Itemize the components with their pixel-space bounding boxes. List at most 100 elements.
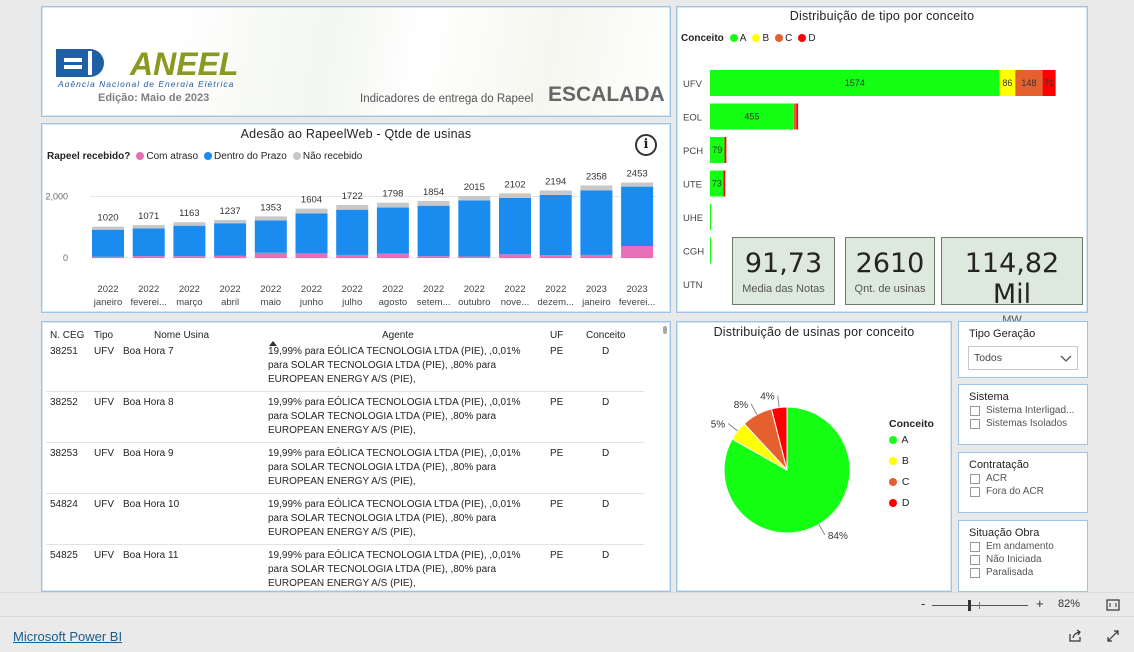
pie-legend-item-b[interactable]: B	[889, 455, 934, 476]
bar-segment[interactable]	[458, 256, 491, 258]
bar-segment[interactable]	[710, 237, 712, 264]
fit-to-page-icon[interactable]	[1106, 599, 1120, 611]
zoom-slider-thumb[interactable]	[968, 600, 971, 611]
col-header-agente[interactable]: Agente	[262, 330, 546, 341]
bar-segment[interactable]	[499, 254, 531, 258]
bar-segment[interactable]	[621, 186, 654, 246]
checkbox-box[interactable]	[970, 473, 980, 484]
bar-segment[interactable]	[295, 208, 328, 214]
bar-segment[interactable]	[539, 255, 572, 258]
legend-item-dentro-prazo[interactable]: Dentro do Prazo	[204, 151, 287, 162]
checkbox-paralisada[interactable]: Paralisada	[959, 565, 1087, 578]
bar-segment[interactable]	[214, 219, 247, 224]
bar-segment[interactable]	[796, 103, 799, 130]
bar-segment[interactable]	[724, 137, 727, 163]
checkbox-sistema-interligado[interactable]: Sistema Interligad...	[959, 403, 1087, 416]
power-bi-link[interactable]: Microsoft Power BI	[13, 629, 122, 644]
usinas-table-panel[interactable]: N. CEG Tipo Nome Usina Agente UF Conceit…	[41, 321, 671, 592]
bar-segment[interactable]	[254, 252, 287, 258]
bar-segment[interactable]	[92, 226, 124, 230]
zoom-slider[interactable]	[932, 600, 1028, 611]
bar-segment[interactable]	[173, 256, 206, 258]
bar-segment[interactable]	[376, 207, 409, 254]
checkbox-box[interactable]	[970, 554, 980, 565]
col-header-uf[interactable]: UF	[546, 330, 582, 341]
col-header-ceg[interactable]: N. CEG	[46, 330, 90, 341]
bar-segment[interactable]	[336, 254, 369, 258]
table-row[interactable]: 38252 UFV Boa Hora 8 19,99% para EÓLICA TEC…	[46, 391, 644, 443]
bar-segment[interactable]	[539, 190, 572, 195]
pie-legend-item-a[interactable]: A	[889, 434, 934, 455]
pie-chart[interactable]: 84% 5% 8% 4%	[687, 380, 887, 560]
bar-segment[interactable]	[132, 228, 165, 257]
tipo-dropdown[interactable]: Todos	[968, 346, 1078, 370]
bar-segment[interactable]	[173, 222, 206, 226]
checkbox-box[interactable]	[970, 405, 980, 416]
checkbox-fora-acr[interactable]: Fora do ACR	[959, 484, 1087, 497]
checkbox-box[interactable]	[970, 567, 980, 578]
bar-segment[interactable]	[580, 185, 613, 191]
pie-legend-item-d[interactable]: D	[889, 497, 934, 518]
bar-segment[interactable]	[417, 256, 450, 258]
zoom-out-button[interactable]: -	[921, 596, 925, 611]
bar-segment[interactable]	[793, 103, 797, 130]
bar-segment[interactable]	[336, 205, 369, 210]
bar-segment[interactable]	[458, 196, 491, 201]
bar-segment[interactable]	[580, 254, 613, 258]
bar-segment[interactable]	[295, 213, 328, 254]
bar-segment[interactable]	[499, 193, 531, 198]
table-row[interactable]: 54824 UFV Boa Hora 10 19,99% para EÓLICA TE…	[46, 493, 644, 545]
adhesion-chart-panel[interactable]: Adesão ao RapeelWeb - Qtde de usinas Rap…	[41, 123, 671, 313]
legend-item-a[interactable]: A	[729, 33, 746, 44]
bar-segment[interactable]	[173, 225, 206, 257]
checkbox-sistemas-isolados[interactable]: Sistemas Isolados	[959, 416, 1087, 429]
adhesion-bar-chart[interactable]: 2,000 0 1020 2022 janeiro 1071 2022 feverei... 1…	[42, 162, 670, 312]
table-row[interactable]: 38251 UFV Boa Hora 7 19,99% para EÓLICA TEC…	[46, 341, 644, 392]
bar-segment[interactable]	[710, 204, 712, 230]
bar-segment[interactable]	[376, 253, 409, 258]
type-distribution-panel[interactable]: Distribuição de tipo por conceito Concei…	[676, 6, 1088, 326]
zoom-in-button[interactable]: +	[1036, 596, 1044, 611]
bar-segment[interactable]	[539, 194, 572, 256]
checkbox-em-andamento[interactable]: Em andamento	[959, 539, 1087, 552]
pie-panel[interactable]: Distribuição de usinas por conceito 84% 5…	[676, 321, 952, 592]
bar-segment[interactable]	[214, 223, 247, 256]
sort-arrow-icon[interactable]	[269, 341, 277, 346]
checkbox-box[interactable]	[970, 418, 980, 429]
bar-segment[interactable]	[499, 198, 531, 255]
checkbox-acr[interactable]: ACR	[959, 471, 1087, 484]
checkbox-nao-iniciada[interactable]: Não Iniciada	[959, 552, 1087, 565]
bar-segment[interactable]	[621, 182, 654, 187]
legend-item-c[interactable]: C	[775, 33, 792, 44]
legend-item-com-atraso[interactable]: Com atraso	[136, 151, 198, 162]
bar-segment[interactable]	[336, 209, 369, 255]
bar-segment[interactable]	[254, 216, 287, 221]
legend-item-nao-recebido[interactable]: Não recebido	[292, 151, 362, 162]
bar-segment[interactable]	[723, 170, 726, 197]
table-row[interactable]: 38253 UFV Boa Hora 9 19,99% para EÓLICA TEC…	[46, 442, 644, 494]
share-icon[interactable]	[1068, 629, 1082, 643]
bar-segment[interactable]	[92, 256, 124, 258]
col-header-nome[interactable]: Nome Usina	[119, 330, 262, 341]
bar-segment[interactable]	[417, 205, 450, 257]
table-scrollbar[interactable]	[663, 326, 667, 334]
checkbox-box[interactable]	[970, 486, 980, 497]
bar-segment[interactable]	[132, 256, 165, 258]
bar-segment[interactable]	[254, 220, 287, 253]
bar-segment[interactable]	[376, 202, 409, 208]
bar-segment[interactable]	[214, 255, 247, 258]
bar-segment[interactable]	[580, 190, 613, 255]
col-header-conceito[interactable]: Conceito	[582, 330, 644, 341]
bar-segment[interactable]	[132, 225, 165, 229]
legend-item-d[interactable]: D	[798, 33, 816, 44]
bar-segment[interactable]	[621, 246, 654, 258]
bar-segment[interactable]	[295, 253, 328, 258]
bar-segment[interactable]	[417, 200, 450, 206]
info-icon[interactable]: i	[635, 134, 657, 156]
bar-segment[interactable]	[458, 200, 491, 257]
pie-legend-item-c[interactable]: C	[889, 476, 934, 497]
fullscreen-icon[interactable]	[1106, 629, 1120, 643]
bar-segment[interactable]	[92, 229, 124, 257]
checkbox-box[interactable]	[970, 541, 980, 552]
col-header-tipo[interactable]: Tipo	[90, 330, 119, 341]
